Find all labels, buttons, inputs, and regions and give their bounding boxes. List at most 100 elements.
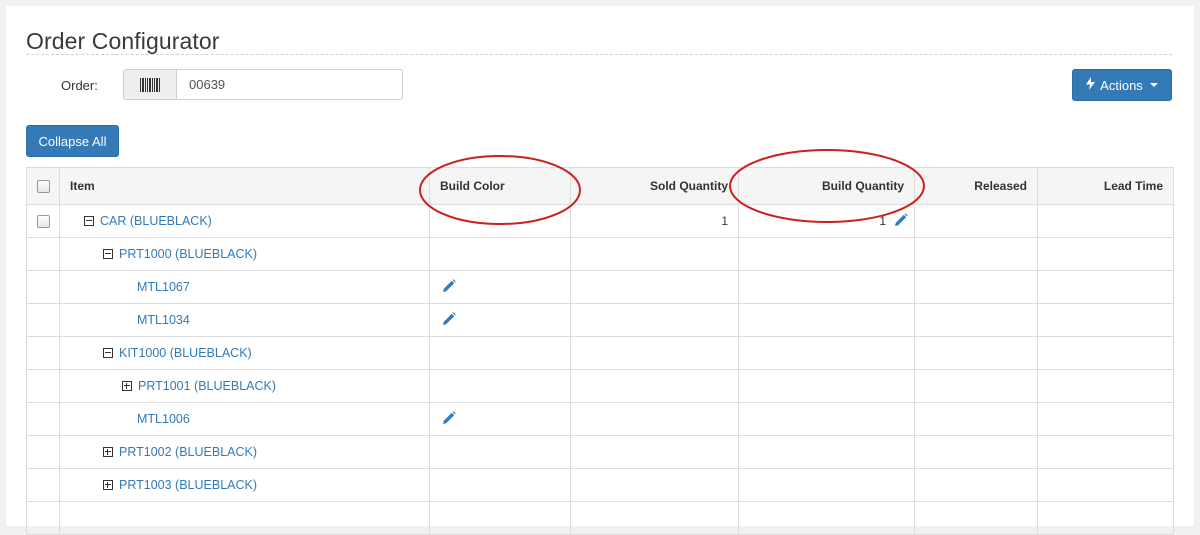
released-cell [914, 402, 1038, 436]
build-quantity-cell [738, 336, 915, 370]
build-quantity-cell [738, 270, 915, 304]
released-cell [914, 501, 1038, 535]
column-header-released[interactable]: Released [914, 167, 1038, 205]
table-row [26, 501, 1174, 535]
released-cell [914, 336, 1038, 370]
row-checkbox-cell [26, 204, 60, 238]
page-title: Order Configurator [26, 28, 220, 54]
released-cell [914, 237, 1038, 271]
sold-quantity-cell: 1 [570, 204, 739, 238]
order-label: Order: [61, 78, 98, 93]
item-link[interactable]: KIT1000 (BLUEBLACK) [119, 346, 252, 360]
expand-toggle-icon[interactable] [122, 381, 132, 391]
lead-time-cell [1037, 468, 1174, 502]
main-panel: Order Configurator Order: Actions Collap… [6, 6, 1194, 535]
build-quantity-value: 1 [879, 214, 886, 228]
row-spacer-cell [26, 369, 60, 403]
lead-time-cell [1037, 501, 1174, 535]
table-row: MTL1034 [26, 303, 1174, 337]
sold-quantity-cell [570, 303, 739, 337]
edit-pencil-icon[interactable] [442, 311, 456, 329]
item-link[interactable]: MTL1034 [137, 313, 190, 327]
released-cell [914, 270, 1038, 304]
item-cell: MTL1034 [59, 303, 430, 337]
row-checkbox[interactable] [36, 215, 50, 229]
column-header-build-quantity[interactable]: Build Quantity [738, 167, 915, 205]
build-quantity-cell [738, 369, 915, 403]
lead-time-cell [1037, 336, 1174, 370]
edit-pencil-icon[interactable] [442, 410, 456, 428]
lead-time-cell [1037, 402, 1174, 436]
build-color-cell [429, 369, 571, 403]
table-row: PRT1000 (BLUEBLACK) [26, 237, 1174, 271]
order-input-group [123, 69, 403, 100]
sold-quantity-cell [570, 468, 739, 502]
row-spacer-cell [26, 468, 60, 502]
column-header-build-color[interactable]: Build Color [429, 167, 571, 205]
sold-quantity-cell [570, 336, 739, 370]
table-row: PRT1003 (BLUEBLACK) [26, 468, 1174, 502]
item-link[interactable]: PRT1003 (BLUEBLACK) [119, 478, 257, 492]
caret-down-icon [1149, 83, 1158, 87]
row-spacer-cell [26, 435, 60, 469]
build-color-cell [429, 237, 571, 271]
column-header-sold-quantity[interactable]: Sold Quantity [570, 167, 739, 205]
item-cell: PRT1000 (BLUEBLACK) [59, 237, 430, 271]
actions-label: Actions [1100, 77, 1143, 93]
column-header-lead-time[interactable]: Lead Time [1037, 167, 1174, 205]
collapse-toggle-icon[interactable] [103, 249, 113, 259]
row-spacer-cell [26, 402, 60, 436]
collapse-toggle-icon[interactable] [84, 216, 94, 226]
expand-toggle-icon[interactable] [103, 480, 113, 490]
lead-time-cell [1037, 237, 1174, 271]
build-color-cell [429, 270, 571, 304]
released-cell [914, 303, 1038, 337]
build-quantity-cell [738, 501, 915, 535]
item-cell: CAR (BLUEBLACK) [59, 204, 430, 238]
table-row: MTL1067 [26, 270, 1174, 304]
lead-time-cell [1037, 303, 1174, 337]
released-cell [914, 369, 1038, 403]
row-spacer-cell [26, 336, 60, 370]
item-link[interactable]: MTL1067 [137, 280, 190, 294]
build-quantity-cell [738, 303, 915, 337]
barcode-icon[interactable] [123, 69, 177, 100]
item-link[interactable]: PRT1000 (BLUEBLACK) [119, 247, 257, 261]
released-cell [914, 204, 1038, 238]
lead-time-cell [1037, 204, 1174, 238]
item-cell: MTL1067 [59, 270, 430, 304]
sold-quantity-cell [570, 402, 739, 436]
sold-quantity-cell [570, 270, 739, 304]
order-number-input[interactable] [177, 69, 403, 100]
select-all-checkbox-cell [26, 167, 60, 205]
column-header-item[interactable]: Item [59, 167, 430, 205]
build-quantity-cell [738, 435, 915, 469]
item-link[interactable]: MTL1006 [137, 412, 190, 426]
table-row: PRT1001 (BLUEBLACK) [26, 369, 1174, 403]
expand-toggle-icon[interactable] [103, 447, 113, 457]
row-spacer-cell [26, 501, 60, 535]
select-all-checkbox[interactable] [36, 180, 50, 194]
build-color-cell [429, 204, 571, 238]
item-link[interactable]: PRT1002 (BLUEBLACK) [119, 445, 257, 459]
build-quantity-cell [738, 402, 915, 436]
collapse-toggle-icon[interactable] [103, 348, 113, 358]
build-quantity-cell [738, 468, 915, 502]
build-color-cell [429, 435, 571, 469]
item-link[interactable]: PRT1001 (BLUEBLACK) [138, 379, 276, 393]
row-spacer-cell [26, 270, 60, 304]
sold-quantity-cell [570, 369, 739, 403]
lead-time-cell [1037, 270, 1174, 304]
collapse-all-button[interactable]: Collapse All [26, 125, 119, 157]
item-cell: PRT1001 (BLUEBLACK) [59, 369, 430, 403]
lead-time-cell [1037, 435, 1174, 469]
edit-pencil-icon[interactable] [442, 278, 456, 296]
actions-dropdown-button[interactable]: Actions [1072, 69, 1172, 101]
edit-pencil-icon[interactable] [894, 212, 908, 230]
build-color-cell [429, 303, 571, 337]
build-color-cell [429, 468, 571, 502]
table-row: KIT1000 (BLUEBLACK) [26, 336, 1174, 370]
table-header-row: Item Build Color Sold Quantity Build Qua… [26, 167, 1174, 205]
item-link[interactable]: CAR (BLUEBLACK) [100, 214, 212, 228]
build-quantity-cell: 1 [738, 204, 915, 238]
